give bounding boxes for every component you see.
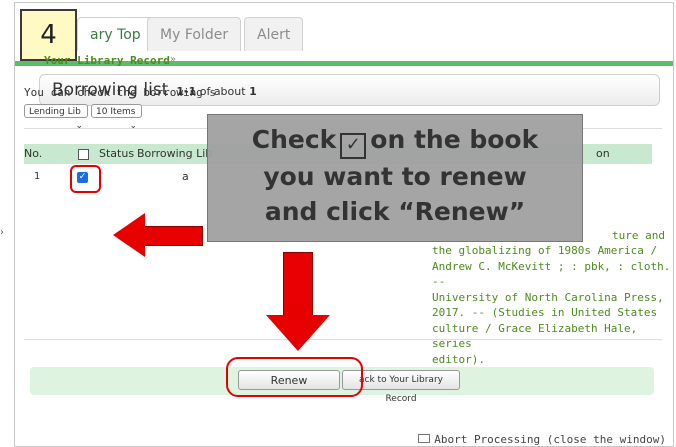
arrow-left-head-icon (113, 213, 145, 257)
instruction-text: You can check the borrowing s (24, 86, 217, 99)
count-total: 1 (249, 85, 257, 98)
lending-lib-value: Lending Lib (29, 107, 81, 117)
abort-processing-link[interactable]: Abort Processing (close the window) (418, 433, 666, 446)
page-edge-mark: › (0, 227, 4, 238)
header-status: Status (99, 147, 135, 160)
chevron-down-icon: ⌄ (75, 121, 83, 131)
lending-lib-select[interactable]: Lending Lib ⌄ (24, 104, 88, 131)
your-library-record-link[interactable]: Your Library Record (44, 54, 170, 67)
row-borrowing-lib: a (182, 170, 189, 183)
header-description: on (596, 147, 610, 160)
checkbox-highlight (70, 165, 101, 193)
divider (24, 339, 662, 340)
items-per-page-value: 10 Items (96, 107, 136, 117)
callout-line-3: and click “Renew” (264, 197, 526, 226)
arrow-down-head-icon (266, 315, 330, 351)
callout-line-2: you want to renew (263, 162, 527, 191)
select-all-checkbox[interactable] (78, 149, 89, 160)
tab-library-top[interactable]: ary Top (77, 17, 154, 51)
header-borrowing-lib: Borrowing Lib (137, 147, 213, 160)
row-number: 1 (34, 171, 41, 182)
tab-bar: ary Top My Folder Alert (15, 13, 673, 66)
abort-label: Abort Processing (close the window) (434, 433, 666, 446)
tab-my-folder[interactable]: My Folder (147, 17, 242, 51)
breadcrumb-separator: » (170, 54, 177, 65)
book-description[interactable]: the globalizing of 1980s America / Andre… (432, 243, 672, 367)
callout-line-1: Check ✓ on the book (208, 122, 582, 159)
header-no: No. (24, 147, 43, 160)
tab-alert[interactable]: Alert (244, 17, 304, 51)
arrow-down-icon (283, 252, 313, 320)
description-tail: ture and (612, 229, 665, 242)
renew-highlight (226, 357, 363, 397)
checkbox-icon: ✓ (340, 133, 367, 159)
callout-line-1-rest: on the book (370, 125, 539, 154)
chevron-down-icon: ⌄ (129, 121, 137, 131)
callout-check-word: Check (251, 125, 337, 154)
arrow-left-icon (143, 226, 203, 246)
instruction-callout: Check ✓ on the book you want to renew and … (207, 114, 583, 242)
envelope-icon (418, 434, 431, 443)
items-per-page-select[interactable]: 10 Items ⌄ (91, 104, 142, 131)
